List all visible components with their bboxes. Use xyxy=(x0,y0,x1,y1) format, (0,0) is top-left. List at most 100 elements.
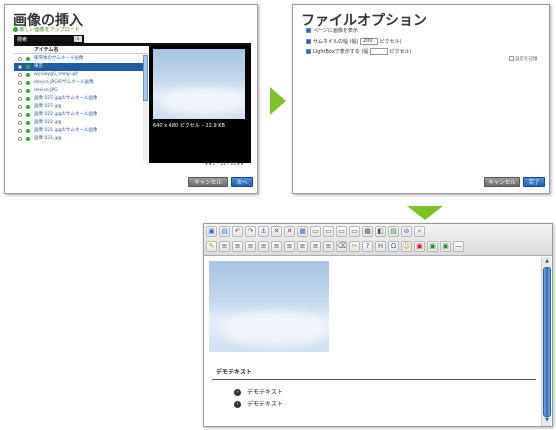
bold-icon[interactable]: ≡ xyxy=(219,241,230,252)
file-options-dialog: ファイルオプション ページに画像を表示 サムネイルの幅 (幅) 200 ピクセル… xyxy=(292,4,550,194)
html-icon[interactable]: H xyxy=(375,241,386,252)
radio-button[interactable] xyxy=(18,81,22,85)
scroll-thumb[interactable] xyxy=(143,55,148,101)
image-preview: 640 x 480 ピクセル – 22.9 KB xyxy=(149,46,251,163)
column-header-item-name[interactable]: アイテム名 xyxy=(14,46,148,54)
status-dot-icon xyxy=(26,57,30,61)
radio-button[interactable] xyxy=(18,73,22,77)
align-right-icon[interactable]: ≡ xyxy=(271,241,282,252)
thumbnail-width-option[interactable]: サムネイルの幅 (幅) 200 ピクセル) xyxy=(306,38,402,45)
options-dialog-title: ファイルオプション xyxy=(301,13,427,29)
done-button[interactable]: 完了 xyxy=(523,177,545,187)
checkbox-unchecked[interactable] xyxy=(509,56,514,61)
pager-text: 1 – 22 / 22 xyxy=(212,162,237,167)
horizontal-rule xyxy=(212,379,536,380)
justify-icon[interactable]: ≡ xyxy=(284,241,295,252)
scroll-down-icon[interactable]: ▼ xyxy=(543,417,551,425)
radio-button[interactable] xyxy=(18,129,22,133)
list-item[interactable]: device.JPGのサムネール画像 xyxy=(14,79,147,87)
list-icon[interactable]: ▤ xyxy=(388,226,399,237)
smiley-icon[interactable]: ☺ xyxy=(401,241,412,252)
anchor-icon[interactable]: ⚓ xyxy=(258,226,269,237)
radio-button[interactable] xyxy=(18,97,22,101)
align-center-icon[interactable]: ≡ xyxy=(258,241,269,252)
editor-content[interactable]: デモテキスト › デモテキスト › デモテキスト xyxy=(204,257,540,426)
ordered-list-icon[interactable]: ≡ xyxy=(297,241,308,252)
radio-button[interactable] xyxy=(18,105,22,109)
file-list-scrollbar[interactable] xyxy=(143,55,148,162)
italic-icon[interactable]: ≡ xyxy=(232,241,243,252)
help-icon[interactable]: ? xyxy=(362,241,373,252)
table-icon[interactable]: ▦ xyxy=(297,226,308,237)
lightbox-width-field[interactable] xyxy=(369,48,388,55)
thumbnail-width-field[interactable]: 200 xyxy=(360,38,378,45)
eraser-icon[interactable]: ⌫ xyxy=(336,241,347,252)
image-icon[interactable]: ▤ xyxy=(219,226,230,237)
radio-button[interactable] xyxy=(18,121,22,125)
list-item[interactable]: 画像 022.jpg xyxy=(14,119,147,127)
checkbox-checked[interactable] xyxy=(306,49,311,54)
list-item[interactable]: wysiwyg5_emoji.gif xyxy=(14,71,147,79)
list-item[interactable]: 衝突後のサムネール画像 xyxy=(14,55,147,63)
cancel-button[interactable]: キャンセル xyxy=(484,177,520,187)
omega-icon[interactable]: Ω xyxy=(388,241,399,252)
media-icon[interactable]: ▣ xyxy=(427,241,438,252)
outdent-icon[interactable]: ▭ xyxy=(323,226,334,237)
align-left-icon[interactable]: ≡ xyxy=(245,241,256,252)
radio-button[interactable] xyxy=(18,65,22,69)
cancel-button[interactable]: キャンセル xyxy=(188,177,228,187)
edit-icon[interactable]: ✎ xyxy=(206,241,217,252)
remember-label: 設定を記憶 xyxy=(515,57,538,62)
radio-button[interactable] xyxy=(18,57,22,61)
radio-button[interactable] xyxy=(18,89,22,93)
list-item[interactable]: 画像 027.jpg xyxy=(14,103,147,111)
link-icon[interactable]: ⊚ xyxy=(401,226,412,237)
find-icon[interactable]: ⌕ xyxy=(414,226,425,237)
radio-button[interactable] xyxy=(18,113,22,117)
unlink-icon[interactable]: ✕ xyxy=(271,226,282,237)
remove-format-icon[interactable]: ✕ xyxy=(284,226,295,237)
align-icon[interactable]: ▭ xyxy=(336,226,347,237)
split-icon[interactable]: ◧ xyxy=(375,226,386,237)
list-item: › デモテキスト xyxy=(234,399,283,408)
indent-icon[interactable]: ▭ xyxy=(310,226,321,237)
status-dot-icon xyxy=(26,89,30,93)
blockquote-icon[interactable]: ≡ xyxy=(323,241,334,252)
list-item[interactable]: 東京 xyxy=(14,63,147,71)
show-image-option[interactable]: ページに画像を表示 xyxy=(306,28,358,35)
checkbox-checked[interactable] xyxy=(306,39,311,44)
gallery-icon[interactable]: ▣ xyxy=(440,241,451,252)
source-icon[interactable]: ▣ xyxy=(206,226,217,237)
pager: ◂ ◂ 1 – 22 / 22 ▸ ▸ xyxy=(205,162,244,167)
search-input[interactable]: 検索 ⌕ xyxy=(14,35,84,43)
undo-icon[interactable]: ↶ xyxy=(232,226,243,237)
list-item[interactable]: 画像 027.jpgのサムネール画像 xyxy=(14,95,147,103)
toolbar-row-2: ✎ ≡ ≡ ≡ ≡ ≡ ≡ ≡ ≡ ≡ ⌫ ✂? H Ω ☺ ▣ ▣ ▣ — xyxy=(206,241,464,254)
scroll-thumb[interactable] xyxy=(543,267,551,417)
editor-scrollbar[interactable]: ▲ ▼ xyxy=(541,257,551,426)
upload-new-image-link[interactable]: 新しい画像をアップロード xyxy=(13,26,80,33)
radio-button[interactable] xyxy=(18,137,22,141)
scroll-up-icon[interactable]: ▲ xyxy=(543,258,551,266)
redo-icon[interactable]: ↷ xyxy=(245,226,256,237)
lightbox-option[interactable]: LightBoxで表示する (幅 ピクセル) xyxy=(306,48,411,55)
arrow-right-icon xyxy=(270,87,286,115)
search-icon[interactable]: ⌕ xyxy=(74,36,82,42)
list-item[interactable]: 画像 021.jpgのサムネール画像 xyxy=(14,127,147,135)
list-item-label: device.JPGのサムネール画像 xyxy=(34,80,94,85)
hr-icon[interactable]: — xyxy=(453,241,464,252)
list-item[interactable]: 画像 022.jpgのサムネール画像 xyxy=(14,111,147,119)
next-button[interactable]: 次へ xyxy=(231,177,253,187)
grid-icon[interactable]: ▦ xyxy=(362,226,373,237)
flash-icon[interactable]: ▣ xyxy=(414,241,425,252)
align-icon[interactable]: ▭ xyxy=(349,226,360,237)
search-text: 検索 xyxy=(17,37,28,43)
list-item-label: device.JPG xyxy=(34,88,58,93)
checkbox-checked[interactable] xyxy=(306,28,311,33)
list-item[interactable]: device.JPG xyxy=(14,87,147,95)
list-item[interactable]: 画像 021.jpg xyxy=(14,135,147,143)
unordered-list-icon[interactable]: ≡ xyxy=(310,241,321,252)
scissors-icon[interactable]: ✂ xyxy=(349,241,360,252)
remember-settings[interactable]: 設定を記憶 xyxy=(509,56,538,62)
inserted-image[interactable] xyxy=(209,261,329,352)
